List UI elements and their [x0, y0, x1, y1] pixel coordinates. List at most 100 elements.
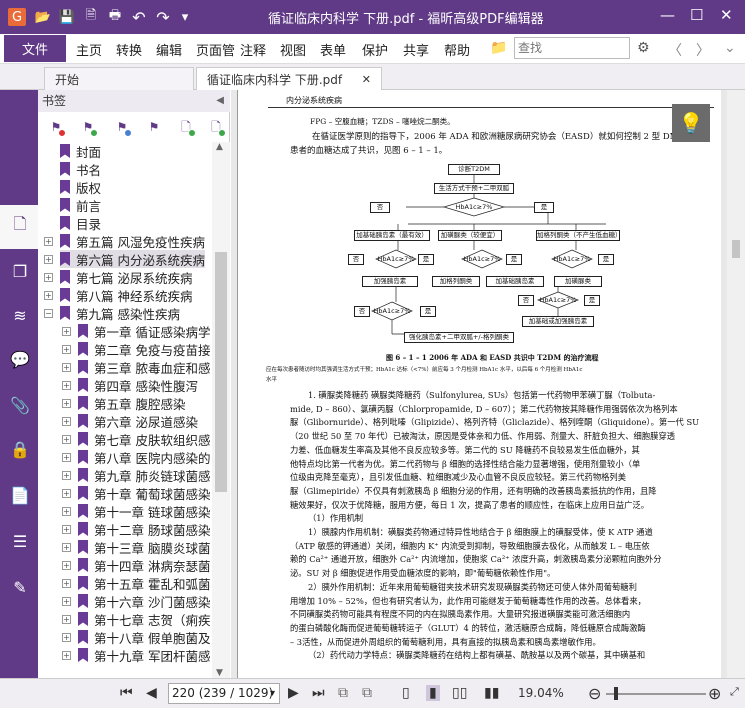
bookmark-item[interactable]: 第七章 皮肤软组织感: [78, 430, 210, 448]
expand-ribbon-icon[interactable]: ⌄: [724, 40, 736, 56]
file-menu-button[interactable]: 文件: [4, 35, 66, 62]
document-viewer[interactable]: 内分泌系统疾病 FPG – 空腹血糖；TZDS – 噻唑烷二酮类。 在循证医学原…: [231, 90, 745, 678]
menu-view[interactable]: 视图: [280, 40, 306, 59]
bookmark-item[interactable]: 版权: [60, 178, 101, 196]
zoom-in-button[interactable]: ⊕: [708, 684, 721, 703]
bookmark-item[interactable]: 第十八章 假单胞菌及: [78, 628, 210, 646]
expand-toggle-icon[interactable]: +: [62, 345, 71, 354]
document-scrollbar[interactable]: [727, 90, 745, 678]
pen-icon[interactable]: ✎: [9, 576, 31, 598]
zoom-slider[interactable]: [606, 687, 706, 700]
search-box[interactable]: [514, 37, 630, 59]
previous-view-icon[interactable]: ⧉: [338, 685, 348, 701]
expand-toggle-icon[interactable]: +: [62, 399, 71, 408]
bookmark-item[interactable]: 第十九章 军团杆菌感: [78, 646, 210, 664]
bookmark-item[interactable]: 第八章 医院内感染的: [78, 448, 210, 466]
menu-convert[interactable]: 转换: [116, 40, 142, 59]
bookmark-item[interactable]: 第十五章 霍乱和弧菌: [78, 574, 210, 592]
menu-form[interactable]: 表单: [320, 40, 346, 59]
open-icon[interactable]: 📂: [34, 8, 52, 26]
bookmark-item[interactable]: 第十章 葡萄球菌感染: [78, 484, 210, 502]
bookmark-item[interactable]: 第十三章 脑膜炎球菌: [78, 538, 210, 556]
bookmark-item[interactable]: 第十七章 志贺（痢疾: [78, 610, 210, 628]
bookmark-item[interactable]: 第九篇 感染性疾病: [60, 304, 180, 322]
bookmark-item[interactable]: 第四章 感染性腹泻: [78, 376, 198, 394]
search-input[interactable]: [515, 38, 627, 58]
tab-document[interactable]: 循证临床内科学 下册.pdf ✕: [196, 67, 382, 91]
expand-toggle-icon[interactable]: +: [44, 291, 53, 300]
single-page-icon[interactable]: ▯: [402, 685, 410, 701]
zoom-slider-knob[interactable]: [614, 687, 618, 700]
bookmark-item[interactable]: 第七篇 泌尿系统疾病: [60, 268, 192, 286]
bookmark-item[interactable]: 封面: [60, 142, 101, 160]
expand-toggle-icon[interactable]: +: [62, 471, 71, 480]
gear-icon[interactable]: ⚙: [637, 40, 650, 56]
expand-toggle-icon[interactable]: −: [44, 309, 53, 318]
fit-page-icon[interactable]: ⤢: [730, 685, 739, 699]
expand-toggle-icon[interactable]: +: [44, 255, 53, 264]
forms-icon[interactable]: ☰: [9, 530, 31, 552]
bookmark-item[interactable]: 书名: [60, 160, 101, 178]
bookmark-item[interactable]: 第十二章 肠球菌感染: [78, 520, 210, 538]
save-icon[interactable]: 💾: [58, 8, 76, 26]
next-page-button[interactable]: ▶: [288, 685, 299, 701]
expand-toggle-icon[interactable]: +: [62, 597, 71, 606]
next-view-icon[interactable]: ⧉: [362, 685, 372, 701]
zoom-out-button[interactable]: ⊖: [588, 684, 601, 703]
tag-bookmark-icon[interactable]: 🗋: [178, 119, 196, 137]
tab-start[interactable]: 开始: [44, 67, 194, 90]
expand-toggle-icon[interactable]: +: [62, 327, 71, 336]
tip-bulb-icon[interactable]: 💡: [672, 104, 710, 142]
expand-toggle-icon[interactable]: +: [62, 381, 71, 390]
zoom-level[interactable]: 19.04%: [518, 686, 564, 700]
expand-toggle-icon[interactable]: +: [62, 507, 71, 516]
bookmark-item[interactable]: 第二章 免疫与疫苗接: [78, 340, 210, 358]
menu-protect[interactable]: 保护: [362, 40, 388, 59]
menu-page-manage[interactable]: 页面管: [196, 40, 236, 59]
layers-icon[interactable]: ≋: [9, 304, 31, 326]
first-page-button[interactable]: ⏮: [120, 685, 133, 701]
bookmark-scroll-thumb[interactable]: [215, 252, 227, 492]
expand-toggle-icon[interactable]: +: [62, 561, 71, 570]
bookmark-item[interactable]: 目录: [60, 214, 101, 232]
bookmark-scrollbar[interactable]: ▲ ▼: [212, 142, 230, 678]
bookmark-item[interactable]: 第五章 腹腔感染: [78, 394, 185, 412]
security-icon[interactable]: 🔒: [9, 438, 31, 460]
expand-toggle-icon[interactable]: +: [62, 417, 71, 426]
expand-toggle-icon[interactable]: +: [62, 453, 71, 462]
collapse-panel-icon[interactable]: ◀: [216, 90, 224, 112]
expand-toggle-icon[interactable]: +: [62, 363, 71, 372]
document-scroll-thumb[interactable]: [732, 240, 740, 258]
bookmarks-panel-icon[interactable]: 🗋: [9, 214, 31, 237]
prev-result-icon[interactable]: 〈: [668, 40, 682, 60]
continuous-page-icon[interactable]: ▮: [426, 685, 440, 701]
bookmark-item[interactable]: 前言: [60, 196, 101, 214]
pages-icon[interactable]: 📄: [9, 484, 31, 506]
expand-toggle-icon[interactable]: +: [44, 273, 53, 282]
bookmark-item[interactable]: 第六章 泌尿道感染: [78, 412, 198, 430]
bookmark-item[interactable]: 第十四章 淋病奈瑟菌: [78, 556, 210, 574]
bookmark-item[interactable]: 第六篇 内分泌系统疾病: [60, 250, 205, 268]
bookmark-item[interactable]: 第三章 脓毒血症和感: [78, 358, 210, 376]
print-icon[interactable]: 🖶: [106, 8, 124, 26]
close-window-button[interactable]: ✕: [720, 6, 733, 24]
expand-bookmark-icon[interactable]: ⚑: [146, 119, 162, 135]
expand-toggle-icon[interactable]: +: [62, 435, 71, 444]
page-dropdown-icon[interactable]: ▾: [270, 684, 275, 703]
next-result-icon[interactable]: 〉: [696, 40, 710, 60]
facing-pages-icon[interactable]: ▯▯: [452, 685, 467, 701]
bookmark-options-icon[interactable]: 🗋: [208, 119, 226, 137]
prev-page-button[interactable]: ◀: [146, 685, 157, 701]
expand-toggle-icon[interactable]: +: [44, 237, 53, 246]
minimize-button[interactable]: —: [660, 6, 675, 24]
undo-icon[interactable]: ↶: [130, 8, 148, 27]
comments-icon[interactable]: 💬: [9, 348, 31, 370]
bookmark-item[interactable]: 第九章 肺炎链球菌感: [78, 466, 210, 484]
expand-toggle-icon[interactable]: +: [62, 651, 71, 660]
page-number-field[interactable]: 220 (239 / 1029) ▾: [168, 683, 280, 704]
expand-toggle-icon[interactable]: +: [62, 489, 71, 498]
thumbnails-icon[interactable]: ❐: [9, 260, 31, 282]
bookmark-item[interactable]: 第一章 循证感染病学: [78, 322, 210, 340]
menu-comment[interactable]: 注释: [240, 40, 266, 59]
add-child-bookmark-icon[interactable]: ⚑: [114, 119, 132, 137]
